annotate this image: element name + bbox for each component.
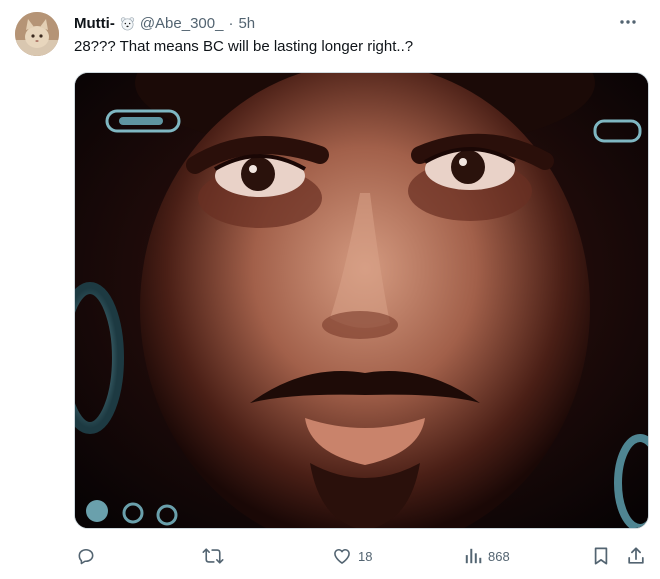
retweet-button[interactable] — [202, 542, 230, 570]
media-face-picture — [75, 73, 648, 528]
avatar-cat-image — [15, 12, 59, 56]
author-handle[interactable]: @Abe_300_ — [140, 15, 224, 32]
header-separator: · — [228, 14, 234, 32]
avatar[interactable] — [15, 12, 59, 56]
tweet-header: Mutti- @Abe_300_ · 5h — [74, 13, 255, 33]
share-button[interactable] — [626, 542, 646, 570]
tweet-media-image[interactable] — [74, 72, 649, 529]
author-name[interactable]: Mutti- — [74, 15, 115, 32]
bookmark-icon — [594, 547, 608, 565]
retweet-icon — [202, 548, 224, 564]
reply-button[interactable] — [76, 542, 102, 570]
polar-bear-emoji-icon — [120, 16, 135, 31]
bookmark-button[interactable] — [592, 542, 610, 570]
views-icon — [465, 548, 482, 564]
tweet-text: 28??? That means BC will be lasting long… — [74, 38, 414, 55]
more-icon — [620, 20, 636, 24]
tweet-time[interactable]: 5h — [238, 15, 255, 32]
like-count: 18 — [358, 548, 373, 564]
like-icon — [334, 548, 350, 564]
views-button[interactable]: 868 — [464, 542, 510, 570]
view-count: 868 — [488, 548, 510, 564]
share-icon — [628, 547, 644, 564]
more-options-button[interactable] — [614, 11, 642, 33]
like-button[interactable]: 18 — [332, 542, 372, 570]
reply-icon — [78, 548, 94, 565]
tweet-actions: 18 868 — [74, 542, 646, 570]
